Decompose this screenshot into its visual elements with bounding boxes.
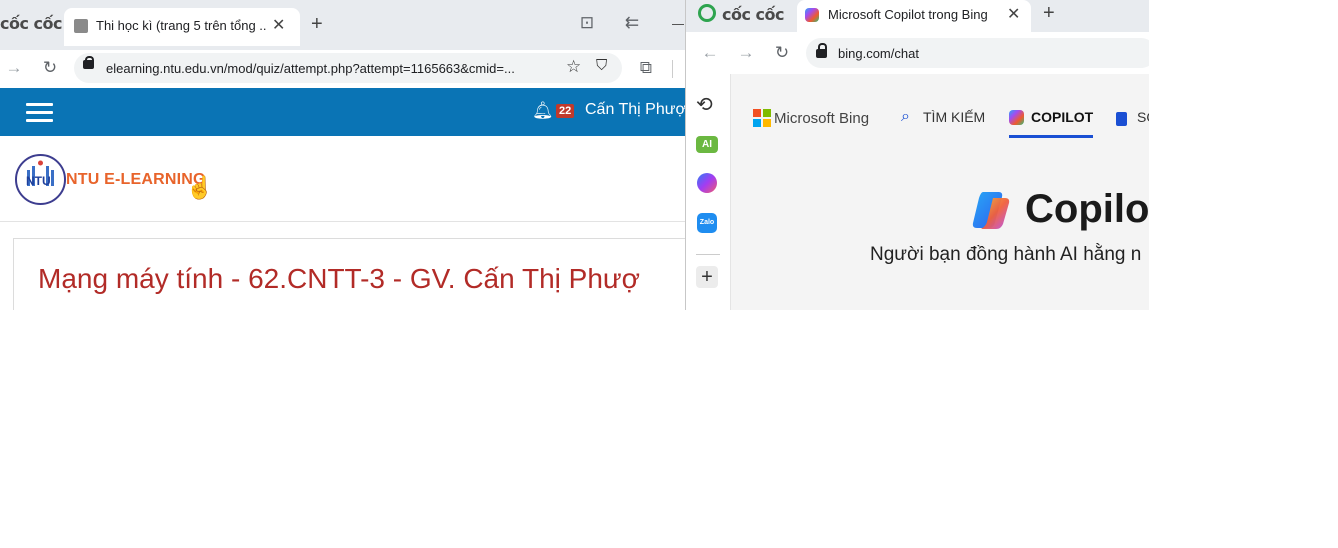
browser-toolbar-right: ← → ↻ bing.com/chat (686, 32, 1149, 75)
nav-search[interactable]: TÌM KIẾM (923, 109, 985, 125)
lock-shackle (818, 43, 827, 51)
course-card: Mạng máy tính - 62.CNTT-3 - GV. Cấn Thị … (13, 238, 685, 310)
bookmark-star-icon[interactable]: ☆ (566, 57, 581, 77)
site-header: 🔔︎ 22 Cấn Thị Phượ (0, 88, 685, 136)
add-sidebar-app-icon[interactable]: + (696, 266, 718, 288)
tab-title: Thi học kì (trang 5 trên tổng ... (96, 18, 266, 33)
copilot-nav-icon (1009, 110, 1024, 125)
forward-icon[interactable]: → (2, 56, 26, 80)
ntu-logo-badge: NTU (26, 174, 51, 188)
shield-icon[interactable]: ⛉ (596, 57, 607, 74)
site-logo-text[interactable]: NTU E-LEARNING (66, 171, 206, 189)
browser-sidebar: ⟲ AI Zalo + (686, 74, 731, 310)
user-name[interactable]: Cấn Thị Phượ (585, 101, 685, 119)
reload-icon[interactable]: ↻ (770, 41, 794, 65)
right-browser-window: cốc cốc Microsoft Copilot trong Bing ✕ +… (685, 0, 1149, 310)
toolbar-divider (672, 60, 673, 78)
ai-assistant-icon[interactable]: AI (696, 136, 718, 153)
pointer-hand-icon: ☝ (186, 175, 214, 200)
notebook-icon (1116, 112, 1127, 126)
tab-strip-right: cốc cốc Microsoft Copilot trong Bing ✕ + (686, 0, 1149, 32)
forward-icon[interactable]: → (734, 41, 758, 65)
search-icon: ⌕ (901, 108, 910, 125)
close-tab-icon[interactable]: ✕ (1007, 4, 1020, 24)
copilot-favicon-icon (805, 8, 819, 22)
address-bar[interactable]: elearning.ntu.edu.vn/mod/quiz/attempt.ph… (74, 53, 622, 83)
tab-copilot[interactable]: Microsoft Copilot trong Bing ✕ (797, 0, 1031, 32)
url-text: elearning.ntu.edu.vn/mod/quiz/attempt.ph… (106, 61, 515, 76)
page-favicon-icon (74, 19, 88, 33)
nav-copilot-underline (1009, 135, 1093, 138)
coccoc-logo-icon (698, 4, 716, 22)
address-bar-right[interactable]: bing.com/chat (806, 38, 1149, 68)
tab-title-right: Microsoft Copilot trong Bing (828, 7, 988, 22)
minimize-icon[interactable] (672, 24, 684, 25)
back-split-icon[interactable]: ⇇ (620, 11, 644, 35)
url-text-right: bing.com/chat (838, 46, 919, 61)
course-title: Mạng máy tính - 62.CNTT-3 - GV. Cấn Thị … (38, 263, 640, 294)
close-tab-icon[interactable]: ✕ (272, 15, 285, 35)
copilot-logo-icon (969, 188, 1013, 232)
messenger-icon[interactable] (697, 173, 717, 193)
browser-toolbar: → ↻ elearning.ntu.edu.vn/mod/quiz/attemp… (0, 50, 685, 88)
microsoft-logo-icon (753, 109, 771, 127)
bing-copilot-page: Microsoft Bing ⌕ TÌM KIẾM COPILOT SO Cop… (731, 74, 1149, 310)
sidebar-divider (696, 254, 720, 255)
back-icon[interactable]: ← (698, 41, 722, 65)
nav-copilot[interactable]: COPILOT (1031, 109, 1093, 125)
new-tab-icon[interactable]: + (1043, 2, 1055, 25)
extensions-icon[interactable]: ⧉ (634, 56, 658, 80)
reload-icon[interactable]: ↻ (38, 56, 62, 80)
new-tab-icon[interactable]: + (311, 13, 323, 36)
bing-logo-text[interactable]: Microsoft Bing (774, 110, 869, 127)
copilot-subtitle: Người bạn đồng hành AI hằng n (870, 244, 1142, 265)
left-browser-window: cốc cốc Thi học kì (trang 5 trên tổng ..… (0, 0, 685, 310)
nav-partial[interactable]: SO (1137, 109, 1149, 125)
hamburger-menu-icon[interactable] (26, 98, 53, 127)
coccoc-brand[interactable]: cốc cốc (0, 14, 63, 33)
lock-shackle (85, 56, 94, 64)
history-icon[interactable]: ⟲ (696, 92, 713, 117)
notification-badge: 22 (556, 104, 575, 118)
ntu-logo-emblem[interactable]: NTU (15, 154, 66, 205)
tab-quiz[interactable]: Thi học kì (trang 5 trên tổng ... ✕ (64, 8, 300, 46)
zalo-icon[interactable]: Zalo (697, 213, 717, 233)
coccoc-brand-right[interactable]: cốc cốc (722, 5, 785, 24)
bell-icon[interactable]: 🔔︎ (532, 101, 554, 121)
copilot-title: Copilot (1025, 187, 1149, 231)
tab-strip: cốc cốc Thi học kì (trang 5 trên tổng ..… (0, 0, 685, 50)
site-logo-area: NTU NTU E-LEARNING ☝ (0, 137, 685, 222)
screen-capture-icon[interactable]: ⊡ (575, 11, 599, 35)
